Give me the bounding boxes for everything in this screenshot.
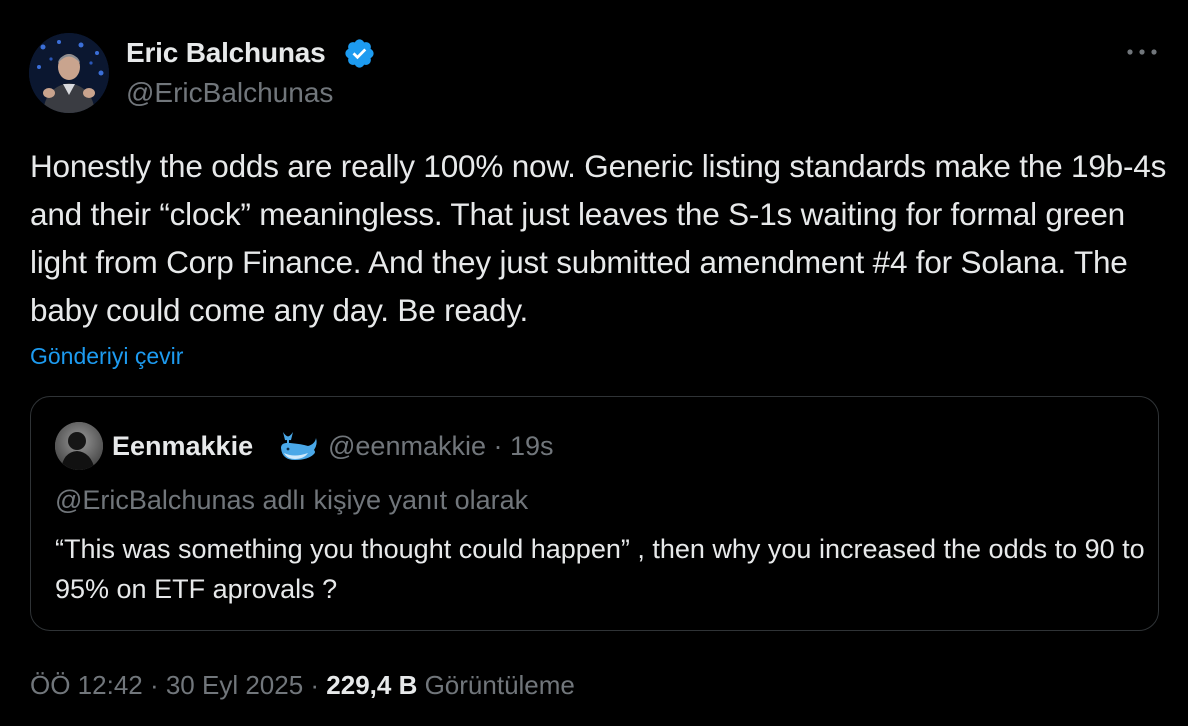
author-name[interactable]: Eric Balchunas [126, 36, 326, 70]
author-handle[interactable]: @EricBalchunas [126, 76, 333, 110]
view-label: Görüntüleme [417, 670, 575, 700]
quoted-tweet-card[interactable]: Eenmakkie @eenmakkie · 19s @EricBalchuna… [30, 396, 1159, 631]
author-avatar[interactable] [29, 33, 109, 113]
translate-post-link[interactable]: Gönderiyi çevir [30, 341, 183, 371]
tweet-timestamp[interactable]: ÖÖ 12:42 · 30 Eyl 2025 · [30, 670, 326, 700]
quote-profile-photo [55, 422, 103, 470]
quote-handle-and-time[interactable]: @eenmakkie · 19s [328, 429, 554, 463]
quote-author-name[interactable]: Eenmakkie [112, 429, 253, 463]
verified-badge-icon [345, 39, 374, 68]
tweet-text: Honestly the odds are really 100% now. G… [30, 148, 1167, 328]
profile-photo [29, 33, 109, 113]
quote-reply-context: @EricBalchunas adlı kişiye yanıt olarak [55, 485, 529, 515]
more-options-icon[interactable] [1125, 40, 1159, 64]
quote-author-avatar[interactable] [55, 422, 103, 470]
whale-icon [281, 432, 317, 460]
quote-text: “This was something you thought could ha… [55, 534, 1145, 604]
tweet-metadata: ÖÖ 12:42 · 30 Eyl 2025 · 229,4 B Görüntü… [30, 668, 575, 702]
view-count: 229,4 B [326, 670, 418, 700]
